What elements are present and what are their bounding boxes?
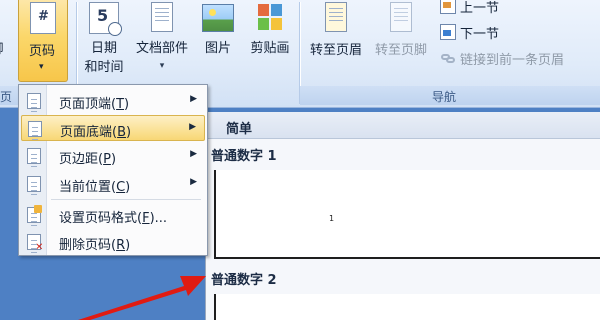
red-arrow-annotation <box>78 276 206 320</box>
